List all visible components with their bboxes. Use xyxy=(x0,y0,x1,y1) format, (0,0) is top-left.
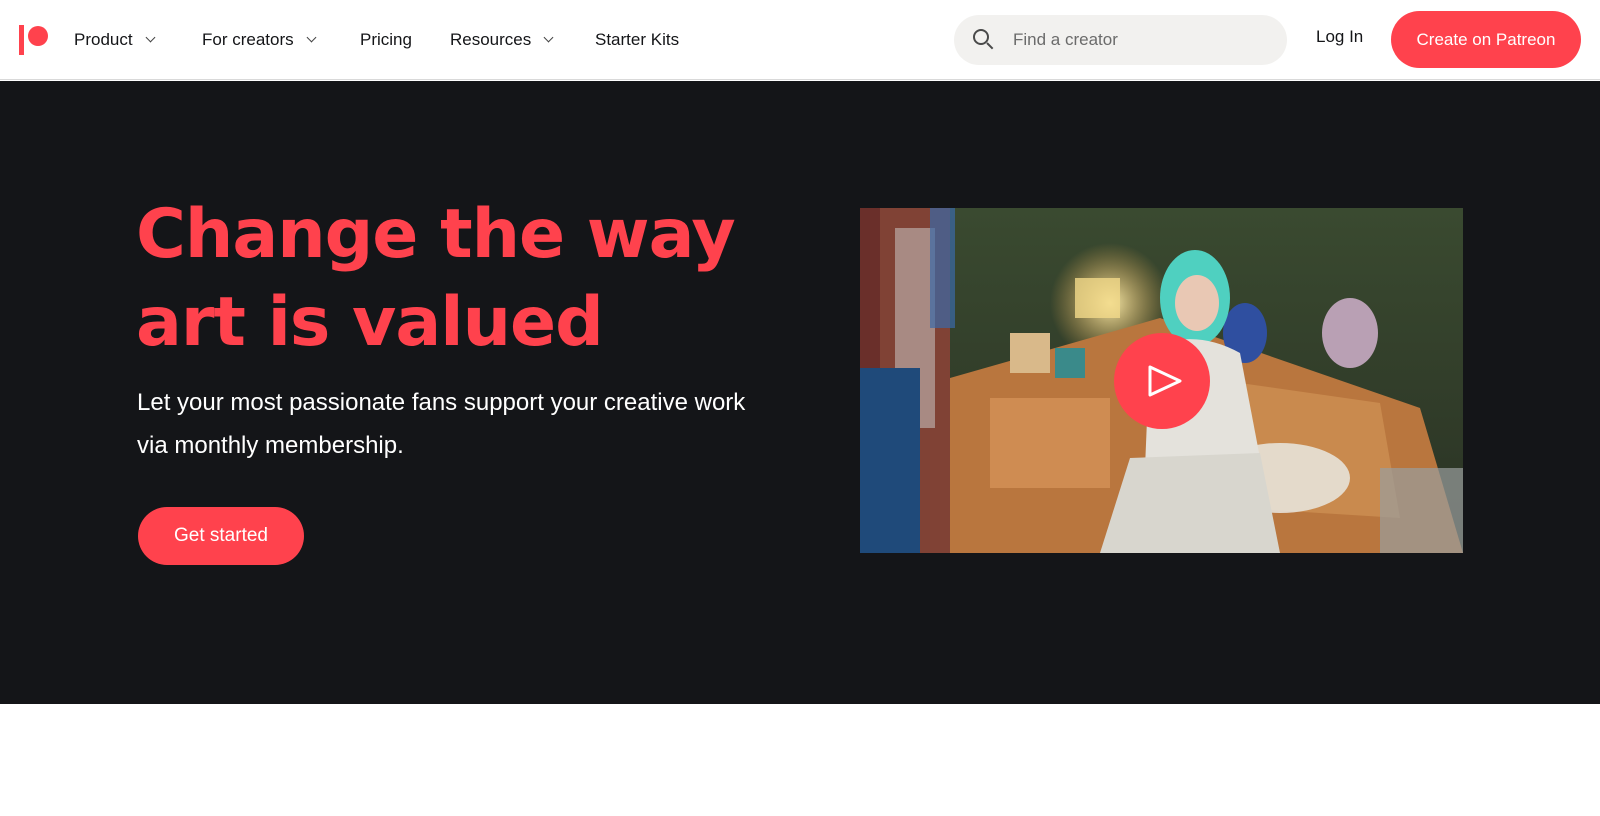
search-input[interactable] xyxy=(1011,29,1271,51)
hero-video[interactable] xyxy=(860,208,1463,553)
hero-section: Change the way art is valued Let your mo… xyxy=(0,81,1600,704)
nav-item-starter-kits[interactable]: Starter Kits xyxy=(595,27,679,53)
chevron-down-icon xyxy=(306,32,317,43)
nav-item-pricing[interactable]: Pricing xyxy=(360,27,412,53)
create-on-patreon-button[interactable]: Create on Patreon xyxy=(1391,11,1581,68)
login-link[interactable]: Log In xyxy=(1316,27,1363,47)
hero-headline: Change the way art is valued xyxy=(136,191,776,367)
content-section-below xyxy=(0,704,1600,816)
nav-item-resources[interactable]: Resources xyxy=(450,27,554,53)
nav-item-product[interactable]: Product xyxy=(74,27,156,53)
play-button[interactable] xyxy=(1114,333,1210,429)
get-started-button[interactable]: Get started xyxy=(138,507,304,565)
nav-item-label: Pricing xyxy=(360,30,412,49)
hero-subtext: Let your most passionate fans support yo… xyxy=(137,389,746,459)
search-icon[interactable] xyxy=(973,29,995,51)
nav-item-label: Starter Kits xyxy=(595,30,680,49)
top-navigation: Product For creators Pricing Resources S… xyxy=(0,0,1600,80)
nav-item-label: Resources xyxy=(450,30,532,49)
logo-dot xyxy=(28,26,48,46)
play-icon xyxy=(1148,365,1182,397)
search-box[interactable] xyxy=(954,15,1287,65)
hero-headline-line-1: Change the way xyxy=(136,195,736,274)
patreon-logo-icon[interactable] xyxy=(18,25,50,55)
nav-item-label: For creators xyxy=(202,30,294,49)
chevron-down-icon xyxy=(543,32,554,43)
logo-bar xyxy=(19,25,24,55)
nav-item-for-creators[interactable]: For creators xyxy=(202,27,317,53)
hero-headline-line-2: art is valued xyxy=(136,283,604,362)
chevron-down-icon xyxy=(145,32,156,43)
nav-item-label: Product xyxy=(74,30,133,49)
